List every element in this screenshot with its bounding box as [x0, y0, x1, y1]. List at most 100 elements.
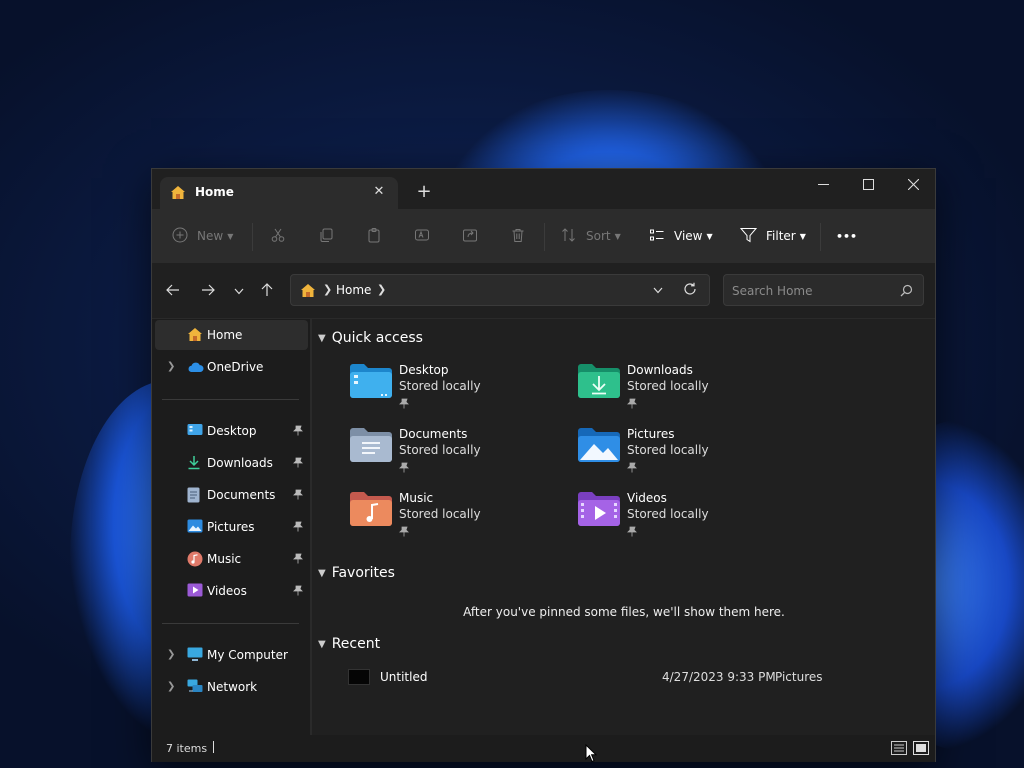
quick-access-item-pictures[interactable]: Pictures Stored locally [577, 427, 777, 487]
sidebar-item-home[interactable]: Home [155, 320, 308, 350]
refresh-icon[interactable] [683, 282, 697, 299]
favorites-header[interactable]: ▼ Favorites [318, 565, 395, 581]
delete-button[interactable] [510, 225, 526, 247]
videos-folder-icon [187, 583, 203, 599]
chevron-down-icon: ▼ [318, 332, 326, 344]
chevron-right-icon[interactable]: ❯ [323, 283, 332, 296]
chevron-down-icon: ▼ [318, 638, 326, 650]
details-view-button[interactable] [891, 741, 907, 755]
pin-icon[interactable] [293, 489, 303, 503]
music-folder-icon [187, 551, 203, 567]
favorites-empty-message: After you've pinned some files, we'll sh… [463, 605, 785, 619]
new-button[interactable]: New ▼ [172, 225, 233, 247]
cut-button[interactable] [270, 225, 286, 247]
chevron-right-icon[interactable]: ❯ [167, 681, 175, 692]
recent-file-date: 4/27/2023 9:33 PM [662, 670, 776, 684]
close-tab-icon[interactable]: ✕ [370, 183, 388, 201]
paste-button[interactable] [366, 225, 382, 247]
item-status: Stored locally [627, 507, 709, 521]
recent-header[interactable]: ▼ Recent [318, 636, 380, 652]
title-bar: Home ✕ + [152, 169, 935, 209]
quick-access-item-documents[interactable]: Documents Stored locally [349, 427, 549, 487]
pin-icon[interactable] [293, 553, 303, 567]
toolbar-divider [252, 223, 253, 251]
file-thumbnail [348, 669, 370, 685]
pin-icon[interactable] [293, 585, 303, 599]
pin-icon[interactable] [293, 425, 303, 439]
sidebar-item-network[interactable]: ❯ Network [155, 672, 308, 702]
item-status: Stored locally [627, 379, 709, 393]
address-row: ❯ Home ❯ [152, 263, 935, 319]
recent-locations-button[interactable] [228, 281, 250, 301]
maximize-button[interactable] [845, 169, 891, 199]
network-icon [187, 679, 203, 695]
sidebar-item-desktop[interactable]: Desktop [155, 416, 308, 446]
address-dropdown-icon[interactable] [653, 283, 663, 297]
forward-button[interactable] [197, 281, 219, 301]
quick-access-item-videos[interactable]: Videos Stored locally [577, 491, 777, 551]
filter-button[interactable]: Filter ▼ [739, 225, 806, 247]
sidebar-item-my-computer[interactable]: ❯ My Computer [155, 640, 308, 670]
item-name: Desktop [399, 363, 449, 377]
sidebar-item-label: Videos [207, 584, 247, 598]
toolbar-divider [820, 223, 821, 251]
details-view-icon [891, 741, 907, 755]
scissors-icon [270, 227, 286, 246]
main-content: ▼ Quick access Desktop Stored locally Do… [312, 319, 936, 735]
address-bar[interactable]: ❯ Home ❯ [290, 274, 710, 306]
breadcrumb-home[interactable]: Home [336, 283, 371, 297]
sidebar-item-documents[interactable]: Documents [155, 480, 308, 510]
sidebar-item-onedrive[interactable]: ❯ OneDrive [155, 352, 308, 382]
sidebar-item-label: Pictures [207, 520, 255, 534]
view-list-icon [649, 227, 665, 246]
sidebar-item-videos[interactable]: Videos [155, 576, 308, 606]
sidebar-item-music[interactable]: Music [155, 544, 308, 574]
sidebar-item-downloads[interactable]: Downloads [155, 448, 308, 478]
quick-access-item-desktop[interactable]: Desktop Stored locally [349, 363, 549, 423]
pin-icon [399, 398, 409, 412]
mouse-cursor-icon [585, 743, 598, 766]
pin-icon [627, 462, 637, 476]
recent-file-row[interactable]: Untitled 4/27/2023 9:33 PM Pictures [342, 666, 902, 690]
search-input[interactable] [732, 282, 892, 300]
view-button[interactable]: View ▼ [649, 225, 713, 247]
more-options-button[interactable]: ••• [836, 225, 857, 247]
arrow-up-icon [261, 282, 273, 300]
share-button[interactable] [462, 225, 478, 247]
up-button[interactable] [256, 281, 278, 301]
pin-icon[interactable] [293, 521, 303, 535]
copy-button[interactable] [318, 225, 334, 247]
command-bar: New ▼ Sort ▼ View ▼ Filter ▼ ••• [152, 209, 935, 263]
sidebar-divider [162, 399, 299, 400]
chevron-right-icon[interactable]: ❯ [377, 283, 386, 296]
quick-access-item-music[interactable]: Music Stored locally [349, 491, 549, 551]
rename-button[interactable] [414, 225, 430, 247]
rename-icon [414, 227, 430, 246]
new-tab-button[interactable]: + [414, 182, 434, 202]
chevron-down-icon: ▼ [706, 231, 713, 241]
quick-access-item-downloads[interactable]: Downloads Stored locally [577, 363, 777, 423]
file-explorer-window: Home ✕ + New ▼ Sort ▼ View ▼ Filter ▼ ••… [151, 168, 936, 762]
onedrive-icon [187, 359, 204, 375]
filter-icon [739, 227, 758, 246]
sidebar-item-label: Downloads [207, 456, 273, 470]
new-label: New [197, 229, 224, 243]
sidebar-item-label: Documents [207, 488, 276, 502]
quick-access-header[interactable]: ▼ Quick access [318, 330, 423, 346]
tab-home[interactable]: Home ✕ [160, 177, 398, 209]
chevron-right-icon[interactable]: ❯ [167, 361, 175, 372]
sidebar-item-pictures[interactable]: Pictures [155, 512, 308, 542]
clipboard-icon [366, 227, 382, 246]
close-window-button[interactable] [890, 169, 936, 199]
chevron-down-icon: ▼ [318, 567, 326, 579]
filter-label: Filter [766, 229, 796, 243]
sort-button[interactable]: Sort ▼ [561, 225, 621, 247]
chevron-right-icon[interactable]: ❯ [167, 649, 175, 660]
back-button[interactable] [162, 281, 184, 301]
minimize-button[interactable] [800, 169, 846, 199]
view-label: View [674, 229, 703, 243]
pin-icon[interactable] [293, 457, 303, 471]
search-box[interactable] [723, 274, 924, 306]
tiles-view-button[interactable] [913, 741, 929, 755]
chevron-down-icon: ▼ [614, 231, 621, 241]
